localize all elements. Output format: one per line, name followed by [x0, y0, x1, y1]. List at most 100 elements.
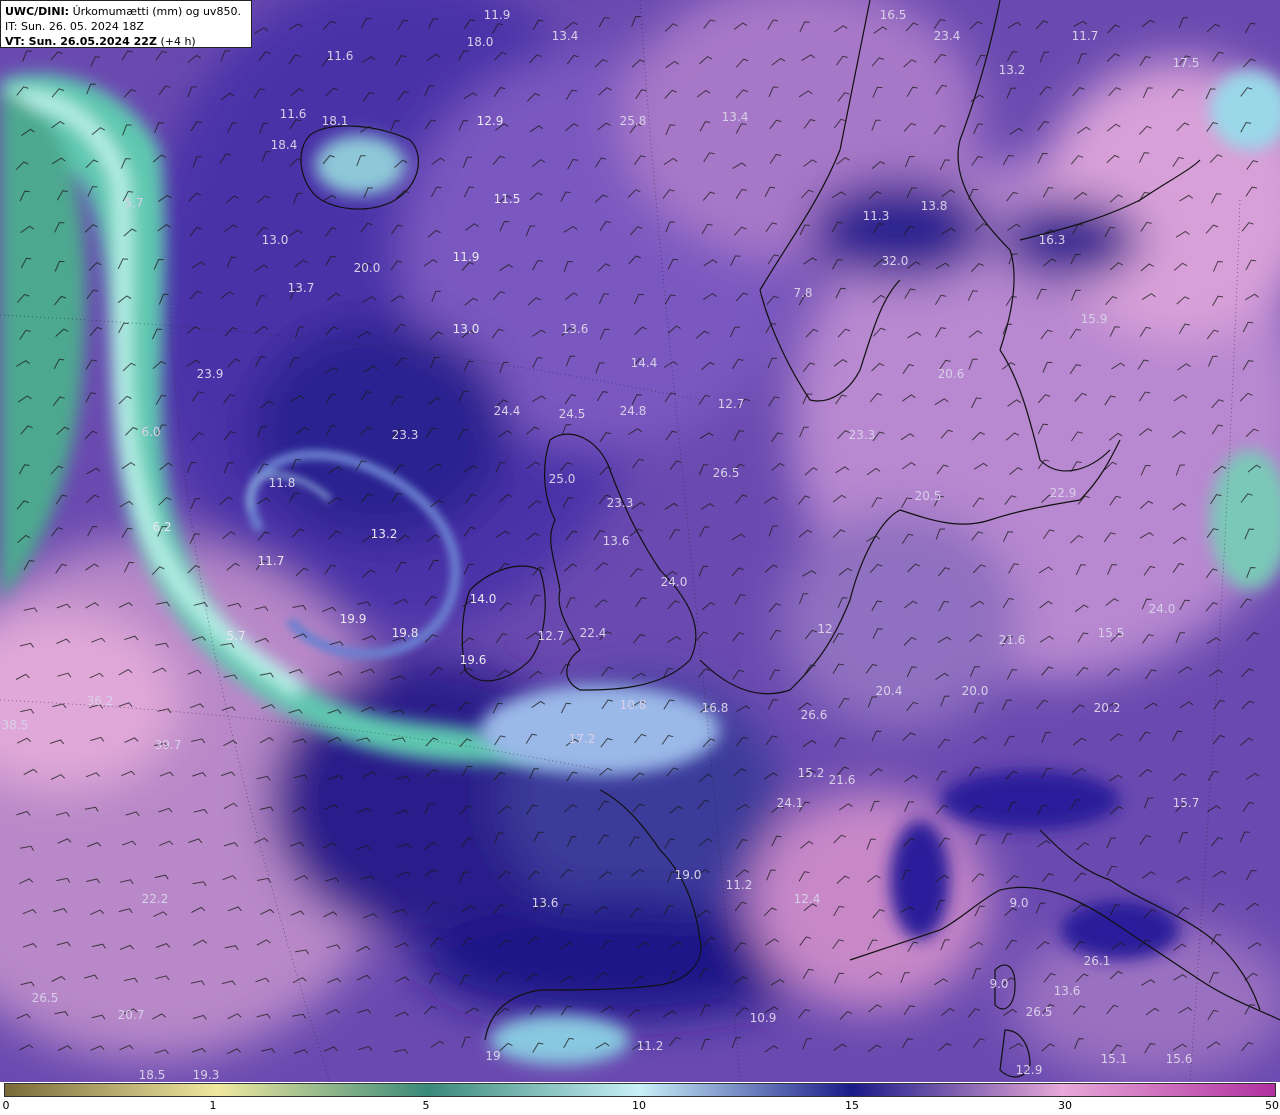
value-label: 6.2 — [152, 520, 171, 534]
value-label: 20.5 — [915, 489, 942, 503]
title-valid-time: VT: Sun. 26.05.2024 22Z — [5, 35, 157, 48]
value-label: 16.3 — [1039, 233, 1066, 247]
value-label: 24.0 — [661, 575, 688, 589]
value-label: 14.4 — [631, 356, 658, 370]
value-label: 18.5 — [139, 1068, 166, 1082]
value-label: 22.9 — [1050, 486, 1077, 500]
value-label: 19 — [485, 1049, 500, 1063]
value-label: 13.8 — [921, 199, 948, 213]
value-label: 17.2 — [569, 732, 596, 746]
title-field: Úrkomumætti (mm) og uv850. — [72, 5, 241, 18]
value-label: 16.5 — [880, 8, 907, 22]
value-label: 12.9 — [477, 114, 504, 128]
value-label: 15.6 — [1166, 1052, 1193, 1066]
value-label: 11.6 — [327, 49, 354, 63]
value-label: 18.4 — [271, 138, 298, 152]
value-label: 13.4 — [552, 29, 579, 43]
value-label: 20.7 — [118, 1008, 145, 1022]
value-label: 10.9 — [750, 1011, 777, 1025]
value-label: 24.1 — [777, 796, 804, 810]
value-label: 12.4 — [794, 892, 821, 906]
value-label: 13.6 — [562, 322, 589, 336]
value-label: 15.9 — [1081, 312, 1108, 326]
value-label: 24.4 — [494, 404, 521, 418]
value-label: 36.2 — [87, 694, 114, 708]
value-label: 6.0 — [141, 425, 160, 439]
value-label: 19.6 — [460, 653, 487, 667]
colorbar-tick: 0 — [2, 1099, 10, 1112]
value-label: 14.0 — [470, 592, 497, 606]
value-label: 18.0 — [467, 35, 494, 49]
value-label: 11.5 — [494, 192, 521, 206]
value-label: 23.9 — [197, 367, 224, 381]
value-label: 10.8 — [620, 698, 647, 712]
value-label: 13.6 — [603, 534, 630, 548]
colorbar-tick: 1 — [209, 1099, 217, 1112]
value-label: 9.0 — [1009, 896, 1028, 910]
value-label: 12.9 — [1016, 1063, 1043, 1077]
value-label: 11.2 — [637, 1039, 664, 1053]
value-label: 7.8 — [793, 286, 812, 300]
value-label: 23.4 — [934, 29, 961, 43]
value-label: 18.1 — [322, 114, 349, 128]
value-label: 15.1 — [1101, 1052, 1128, 1066]
value-label: 39.7 — [155, 738, 182, 752]
weather-map[interactable]: 11.9 18.0 13.4 16.5 23.4 11.7 17.5 11.6 13.2 11.6… — [0, 0, 1280, 1082]
value-label: 5.7 — [124, 196, 143, 210]
value-label: 11.9 — [484, 8, 511, 22]
value-label: 26.5 — [1026, 1005, 1053, 1019]
title-offset: (+4 h) — [160, 35, 196, 48]
colorbar: 0 1 5 10 15 30 50 — [0, 1082, 1280, 1115]
value-label: 9.0 — [989, 977, 1008, 991]
value-label: 15.7 — [1173, 796, 1200, 810]
value-label: 13.7 — [288, 281, 315, 295]
value-label: 26.1 — [1084, 954, 1111, 968]
value-label: 17.5 — [1173, 56, 1200, 70]
colorbar-tick: 5 — [422, 1099, 430, 1112]
value-label: 26.5 — [713, 466, 740, 480]
colorbar-tick: 15 — [845, 1099, 859, 1112]
value-label: 13.6 — [1054, 984, 1081, 998]
value-label: 19.3 — [193, 1068, 220, 1082]
colorbar-tick: 30 — [1058, 1099, 1072, 1112]
value-label: 26.5 — [32, 991, 59, 1005]
value-label: 12 — [817, 622, 832, 636]
value-label: 13.2 — [999, 63, 1026, 77]
value-label: 32.0 — [882, 254, 909, 268]
value-label: 22.4 — [580, 626, 607, 640]
value-label: 20.0 — [354, 261, 381, 275]
title-box: UWC/DINI: Úrkomumætti (mm) og uv850. IT:… — [0, 0, 252, 48]
colorbar-strip — [4, 1083, 1276, 1097]
value-label: 26.6 — [801, 708, 828, 722]
title-model: UWC/DINI: — [5, 5, 70, 18]
value-label: 19.0 — [675, 868, 702, 882]
value-label: 11.8 — [269, 476, 296, 490]
value-label: 23.3 — [392, 428, 419, 442]
map-canvas: 11.9 18.0 13.4 16.5 23.4 11.7 17.5 11.6 13.2 11.6… — [0, 0, 1280, 1082]
value-label: 20.6 — [938, 367, 965, 381]
value-label: 15.2 — [798, 766, 825, 780]
value-label: 11.7 — [1072, 29, 1099, 43]
value-label: 12.7 — [718, 397, 745, 411]
value-label: 13.6 — [532, 896, 559, 910]
value-label: 20.0 — [962, 684, 989, 698]
value-label: 11.7 — [258, 554, 285, 568]
value-label: 24.8 — [620, 404, 647, 418]
value-label: 23.3 — [607, 496, 634, 510]
value-label: 24.0 — [1149, 602, 1176, 616]
value-label: 19.9 — [340, 612, 367, 626]
value-label: 19.8 — [392, 626, 419, 640]
value-label: 38.5 — [2, 718, 29, 732]
value-label: 21.6 — [999, 633, 1026, 647]
colorbar-tick: 10 — [632, 1099, 646, 1112]
value-label: 23.3 — [849, 428, 876, 442]
value-label: 25.0 — [549, 472, 576, 486]
value-label: 16.8 — [702, 701, 729, 715]
value-label: 13.2 — [371, 527, 398, 541]
value-label: 5.7 — [226, 629, 245, 643]
value-label: 20.2 — [1094, 701, 1121, 715]
value-label: 11.6 — [280, 107, 307, 121]
value-label: 13.0 — [262, 233, 289, 247]
value-label: 11.2 — [726, 878, 753, 892]
value-label: 22.2 — [142, 892, 169, 906]
